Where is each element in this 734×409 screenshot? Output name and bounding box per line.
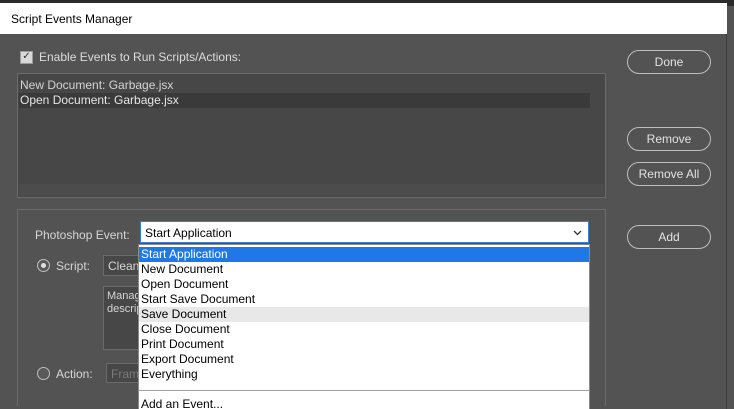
dialog-title: Script Events Manager bbox=[11, 12, 133, 26]
dropdown-item-new-document[interactable]: New Document bbox=[139, 262, 589, 277]
script-label: Script: bbox=[56, 259, 91, 273]
script-radio[interactable] bbox=[37, 259, 50, 272]
enable-events-checkbox[interactable]: ✓ bbox=[20, 50, 33, 64]
photoshop-event-value: Start Application bbox=[145, 226, 232, 240]
remove-button[interactable]: Remove bbox=[627, 127, 711, 151]
dialog-titlebar[interactable]: Script Events Manager bbox=[0, 3, 727, 34]
script-event-list[interactable]: New Document: Garbage.jsx Open Document:… bbox=[17, 73, 606, 198]
dropdown-item-print-document[interactable]: Print Document bbox=[139, 337, 589, 352]
dropdown-item-close-document[interactable]: Close Document bbox=[139, 322, 589, 337]
enable-events-row[interactable]: ✓ Enable Events to Run Scripts/Actions: bbox=[20, 49, 241, 65]
event-dropdown-list[interactable]: Start Application New Document Open Docu… bbox=[138, 244, 590, 409]
add-button[interactable]: Add bbox=[627, 225, 711, 249]
dropdown-item-open-document[interactable]: Open Document bbox=[139, 277, 589, 292]
dropdown-item-save-document[interactable]: Save Document bbox=[139, 307, 589, 322]
dropdown-item-export-document[interactable]: Export Document bbox=[139, 352, 589, 367]
action-radio[interactable] bbox=[37, 367, 50, 380]
dropdown-item-start-application[interactable]: Start Application bbox=[139, 247, 589, 262]
dropdown-item-add-event[interactable]: Add an Event... bbox=[139, 397, 589, 409]
list-horizontal-scrollbar[interactable] bbox=[19, 184, 604, 196]
photoshop-event-select[interactable]: Start Application bbox=[140, 221, 589, 243]
list-item-selected[interactable]: Open Document: Garbage.jsx bbox=[19, 93, 590, 108]
action-label: Action: bbox=[56, 367, 93, 381]
list-item[interactable]: New Document: Garbage.jsx bbox=[19, 78, 590, 93]
script-select[interactable]: Clean Listing bbox=[103, 255, 143, 276]
description-line-1: Manag bbox=[107, 290, 141, 302]
enable-events-label: Enable Events to Run Scripts/Actions: bbox=[39, 50, 242, 64]
done-button[interactable]: Done bbox=[627, 50, 711, 74]
chevron-down-icon bbox=[573, 230, 582, 236]
description-line-2: descrip bbox=[107, 303, 143, 315]
dropdown-separator bbox=[139, 390, 589, 391]
dropdown-item-everything[interactable]: Everything bbox=[139, 367, 589, 382]
remove-all-button[interactable]: Remove All bbox=[627, 162, 711, 186]
photoshop-event-label: Photoshop Event: bbox=[35, 228, 130, 242]
checkmark-icon: ✓ bbox=[22, 51, 31, 62]
description-box: Manag descrip bbox=[103, 286, 143, 350]
dropdown-item-start-save-document[interactable]: Start Save Document bbox=[139, 292, 589, 307]
